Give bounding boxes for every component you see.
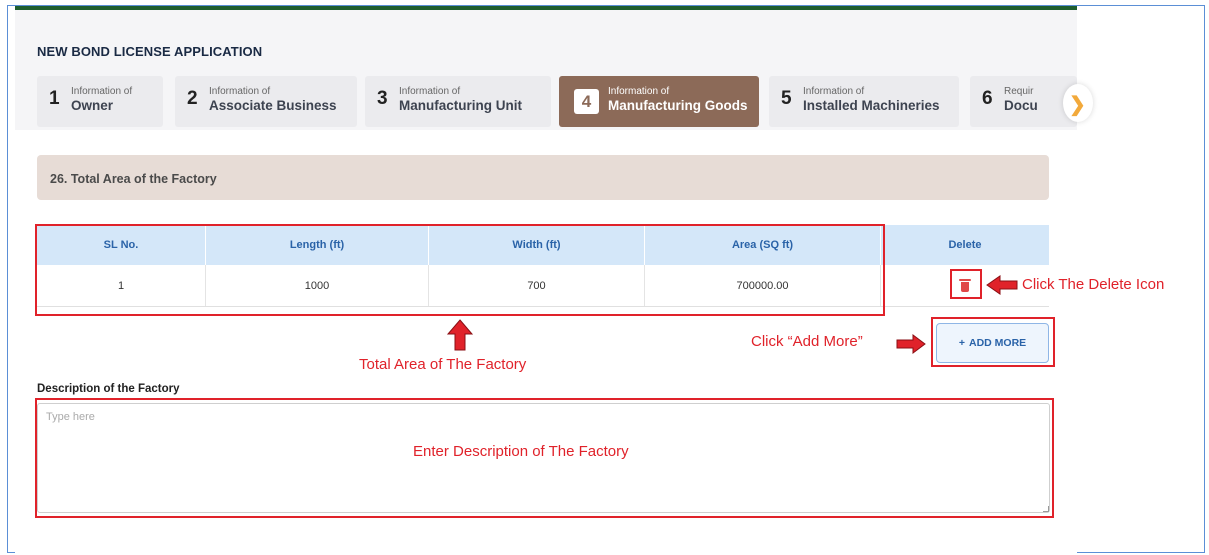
width-cell: 700	[428, 265, 644, 306]
delete-icon-callout: Click The Delete Icon	[1022, 276, 1165, 293]
right-arrow-icon	[896, 334, 926, 354]
step-number: 5	[781, 88, 792, 109]
step-caption: Information of	[209, 86, 271, 97]
add-more-label: ADD MORE	[968, 337, 1027, 349]
area-cell: 700000.00	[644, 265, 880, 306]
description-callout: Enter Description of The Factory	[413, 443, 629, 460]
step-caption: Requir	[1004, 86, 1034, 97]
step-number: 4	[574, 89, 599, 114]
step-label: Installed Machineries	[803, 98, 940, 113]
step-4-manufacturing-goods[interactable]: 4 Information of Manufacturing Goods	[559, 76, 759, 127]
column-header-sl-no: SL No.	[103, 239, 139, 251]
left-arrow-icon	[986, 275, 1018, 295]
section-title: 26. Total Area of the Factory	[50, 172, 217, 186]
trash-icon[interactable]	[959, 278, 971, 293]
up-arrow-icon	[446, 319, 474, 351]
resize-grip-icon[interactable]	[1043, 506, 1049, 512]
sl-no-cell: 1	[117, 279, 125, 292]
next-steps-button[interactable]: ❯	[1063, 84, 1093, 122]
plus-icon: +	[958, 337, 965, 349]
table-header-row: SL No. Length (ft) Width (ft) Area (SQ f…	[37, 225, 1049, 265]
page-title: NEW BOND LICENSE APPLICATION	[37, 44, 263, 59]
section-header: 26. Total Area of the Factory	[37, 155, 1049, 200]
step-1-owner[interactable]: 1 Information of Owner	[37, 76, 163, 127]
column-header-width: Width (ft)	[428, 225, 644, 265]
add-more-callout: Click “Add More”	[751, 333, 863, 350]
table-row: 1 1000 700 700000.00	[37, 265, 1049, 307]
step-5-installed-machineries[interactable]: 5 Information of Installed Machineries	[769, 76, 959, 127]
step-label: Docu	[1004, 98, 1038, 113]
step-caption: Information of	[71, 86, 133, 97]
length-cell: 1000	[205, 265, 428, 306]
application-page: NEW BOND LICENSE APPLICATION 1 Informati…	[15, 6, 1093, 555]
form-header: NEW BOND LICENSE APPLICATION 1 Informati…	[15, 10, 1093, 130]
step-label: Associate Business	[209, 98, 337, 113]
column-header-length: Length (ft)	[205, 225, 428, 265]
step-2-associate-business[interactable]: 2 Information of Associate Business	[175, 76, 357, 127]
column-header-area: Area (SQ ft)	[644, 225, 880, 265]
chevron-right-icon: ❯	[1069, 94, 1086, 116]
step-3-manufacturing-unit[interactable]: 3 Information of Manufacturing Unit	[365, 76, 551, 127]
add-more-button[interactable]: + ADD MORE	[936, 323, 1049, 363]
step-label: Manufacturing Unit	[399, 98, 522, 113]
step-number: 6	[982, 88, 993, 109]
step-number: 2	[187, 88, 198, 109]
description-label: Description of the Factory	[37, 383, 180, 395]
total-area-callout: Total Area of The Factory	[359, 356, 527, 373]
step-6-documents[interactable]: 6 Requir Docu	[970, 76, 1077, 127]
step-caption: Information of	[399, 86, 461, 97]
step-number: 3	[377, 88, 388, 109]
step-caption: Information of	[608, 86, 670, 97]
column-header-delete: Delete	[880, 225, 1049, 265]
step-number: 1	[49, 88, 60, 109]
step-label: Owner	[71, 98, 114, 113]
step-caption: Information of	[803, 86, 865, 97]
step-label: Manufacturing Goods	[608, 98, 748, 113]
factory-area-table: SL No. Length (ft) Width (ft) Area (SQ f…	[37, 225, 1049, 307]
